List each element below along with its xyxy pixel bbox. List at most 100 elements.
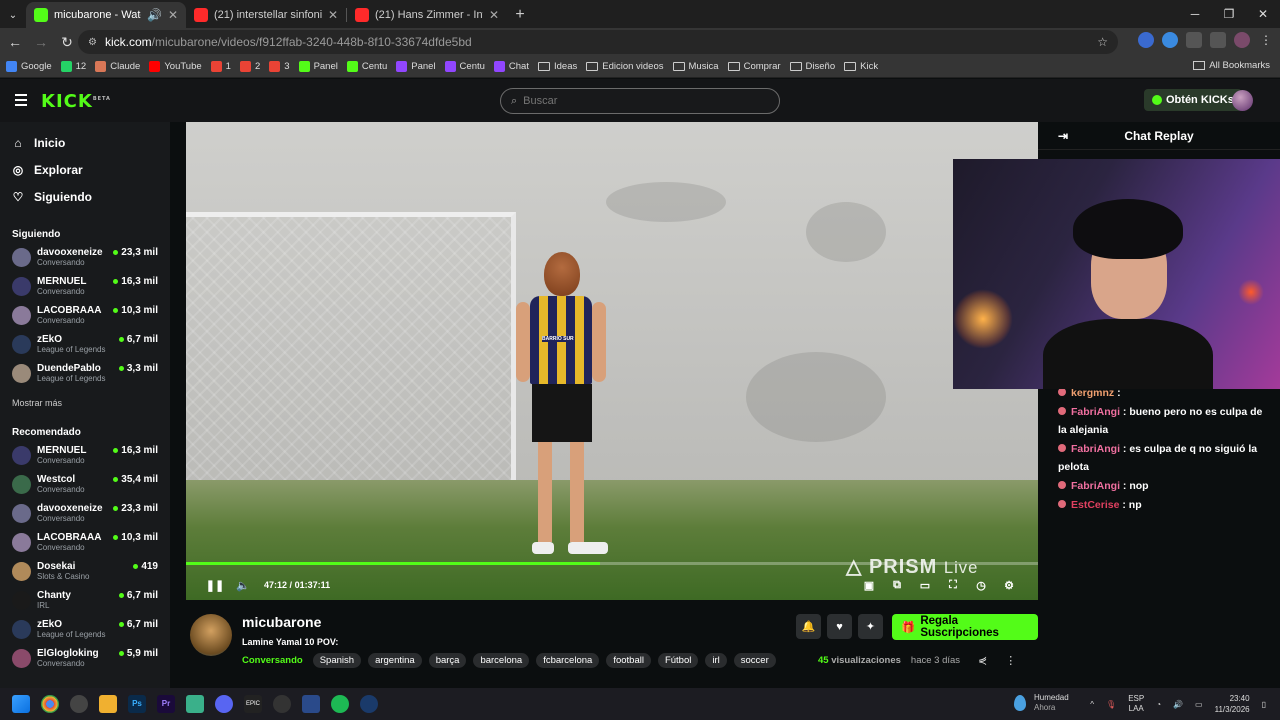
bookmark-item[interactable]: Centu — [444, 61, 485, 72]
tab-youtube-2[interactable]: (21) Hans Zimmer - Interstellar ✕ — [347, 2, 507, 28]
obs-icon[interactable] — [70, 695, 88, 713]
search-input[interactable] — [523, 95, 754, 107]
nav-explorar[interactable]: ◎ Explorar — [0, 156, 170, 183]
channel-row[interactable]: Chanty IRL 6,7 mil — [0, 586, 170, 615]
chrome-icon[interactable] — [41, 695, 59, 713]
bookmark-item[interactable]: 3 — [269, 61, 290, 72]
bookmark-item[interactable]: YouTube — [149, 61, 202, 72]
tag-chip[interactable]: Spanish — [312, 653, 362, 668]
site-info-icon[interactable]: ⚙ — [88, 37, 97, 48]
bookmark-item[interactable]: Google — [6, 61, 52, 72]
channel-row[interactable]: Westcol Conversando 35,4 mil — [0, 470, 170, 499]
bookmark-item[interactable]: Comprar — [727, 61, 781, 72]
user-avatar[interactable] — [1232, 90, 1253, 111]
volume-icon[interactable]: 🔈 — [236, 578, 250, 592]
new-tab-button[interactable]: + — [507, 2, 533, 28]
close-tab-icon[interactable]: ✕ — [489, 8, 499, 22]
close-window-icon[interactable]: ✕ — [1246, 0, 1280, 28]
bookmark-item[interactable]: 2 — [239, 61, 260, 72]
steam-icon[interactable] — [360, 695, 378, 713]
bookmark-item[interactable]: Ideas — [537, 61, 577, 72]
chat-username[interactable]: FabriAngi — [1071, 406, 1120, 418]
channel-avatar[interactable] — [190, 614, 232, 656]
close-tab-icon[interactable]: ✕ — [328, 8, 338, 22]
app-icon[interactable] — [273, 695, 291, 713]
reading-list-icon[interactable] — [1210, 32, 1226, 48]
chat-username[interactable]: FabriAngi — [1071, 480, 1120, 492]
miniplayer-icon[interactable]: ▣ — [862, 578, 876, 592]
video-player[interactable]: BARRIO SUR △ PRISM Live ❚❚ 🔈 47:12 / 01:… — [186, 122, 1038, 600]
collapse-chat-icon[interactable]: ⇥ — [1058, 129, 1068, 143]
tag-chip[interactable]: barcelona — [473, 653, 530, 668]
nav-inicio[interactable]: ⌂ Inicio — [0, 129, 170, 156]
channel-row[interactable]: DuendePablo League of Legends 3,3 mil — [0, 359, 170, 388]
bookmark-star-icon[interactable]: ☆ — [1097, 35, 1108, 49]
more-options-icon[interactable]: ⋮ — [1005, 654, 1016, 667]
premiere-icon[interactable]: Pr — [157, 695, 175, 713]
channel-row[interactable]: Dosekai Slots & Casino 419 — [0, 557, 170, 586]
forward-icon[interactable]: → — [28, 34, 54, 50]
bookmark-item[interactable]: 1 — [210, 61, 231, 72]
battery-icon[interactable]: ▭ — [1195, 700, 1203, 709]
photoshop-icon[interactable]: Ps — [128, 695, 146, 713]
bookmark-item[interactable]: Centu — [346, 61, 387, 72]
tag-chip[interactable]: Fútbol — [657, 653, 699, 668]
hamburger-menu-icon[interactable] — [15, 94, 27, 109]
bookmark-item[interactable]: Edicion videos — [586, 61, 664, 72]
heart-follow-icon[interactable]: ♥ — [827, 614, 852, 639]
settings-gear-icon[interactable]: ⚙ — [1002, 578, 1016, 592]
tray-chevron-icon[interactable]: ^ — [1090, 700, 1094, 709]
bell-icon[interactable]: 🔔 — [796, 614, 821, 639]
tab-search-icon[interactable]: ⌄ — [0, 2, 26, 28]
bookmark-item[interactable]: Panel — [396, 61, 436, 72]
weather-widget[interactable]: Humedad Ahora — [1014, 693, 1069, 713]
channel-row[interactable]: MERNUEL Conversando 16,3 mil — [0, 441, 170, 470]
tag-chip[interactable]: argentina — [368, 653, 422, 668]
channel-row[interactable]: davooxeneize Conversando 23,3 mil — [0, 499, 170, 528]
tag-chip[interactable]: irl — [705, 653, 727, 668]
profile-avatar[interactable] — [1234, 32, 1250, 48]
channel-row[interactable]: zEkO League of Legends 6,7 mil — [0, 330, 170, 359]
sparkle-icon[interactable]: ✦ — [858, 614, 883, 639]
mic-icon[interactable]: 🎙 — [1106, 700, 1116, 709]
channel-row[interactable]: LACOBRAAA Conversando 10,3 mil — [0, 301, 170, 330]
channel-name[interactable]: micubarone — [242, 614, 321, 630]
tag-chip[interactable]: fcbarcelona — [536, 653, 600, 668]
tab-youtube-1[interactable]: (21) interstellar sinfonico - YouTube ✕ — [186, 2, 346, 28]
extension-icon[interactable] — [1162, 32, 1178, 48]
app-icon[interactable] — [302, 695, 320, 713]
notification-icon[interactable]: ▯ — [1262, 700, 1266, 709]
bookmark-item[interactable]: Diseño — [789, 61, 835, 72]
clock[interactable]: 23:40 11/3/2026 — [1215, 693, 1250, 715]
chat-username[interactable]: FabriAngi — [1071, 443, 1120, 455]
windows-start-icon[interactable] — [12, 695, 30, 713]
file-explorer-icon[interactable] — [99, 695, 117, 713]
close-tab-icon[interactable]: ✕ — [168, 8, 178, 22]
spotify-icon[interactable] — [331, 695, 349, 713]
address-bar[interactable]: ⚙ kick.com/micubarone/videos/f912ffab-32… — [78, 30, 1118, 54]
progress-bar[interactable] — [186, 562, 1038, 565]
tag-chip[interactable]: soccer — [733, 653, 776, 668]
extension-icon[interactable] — [1138, 32, 1154, 48]
epic-games-icon[interactable]: EPIC — [244, 695, 262, 713]
kick-logo[interactable]: KICKBETA — [41, 91, 111, 112]
back-icon[interactable]: ← — [2, 34, 28, 50]
all-bookmarks[interactable]: All Bookmarks — [1193, 60, 1270, 71]
bookmark-item[interactable]: Musica — [672, 61, 719, 72]
bookmark-item[interactable]: Chat — [493, 61, 529, 72]
clip-icon[interactable]: ⧉ — [890, 578, 904, 592]
fullscreen-icon[interactable]: ⛶ — [946, 578, 960, 592]
reload-icon[interactable]: ↻ — [54, 34, 80, 51]
chat-username[interactable]: EstCerise — [1071, 499, 1119, 511]
tag-chip[interactable]: football — [606, 653, 651, 668]
theater-mode-icon[interactable]: ▭ — [918, 578, 932, 592]
volume-tray-icon[interactable]: 🔊 — [1173, 700, 1183, 709]
tab-kick[interactable]: micubarone - Watch the VO 🔊 ✕ — [26, 2, 186, 28]
channel-row[interactable]: ElGlogloking Conversando 5,9 mil — [0, 644, 170, 673]
channel-row[interactable]: davooxeneize Conversando 23,3 mil — [0, 243, 170, 272]
bookmark-item[interactable]: 12 — [60, 61, 86, 72]
channel-row[interactable]: MERNUEL Conversando 16,3 mil — [0, 272, 170, 301]
notepad-icon[interactable] — [186, 695, 204, 713]
puzzle-icon[interactable] — [1186, 32, 1202, 48]
channel-row[interactable]: zEkO League of Legends 6,7 mil — [0, 615, 170, 644]
